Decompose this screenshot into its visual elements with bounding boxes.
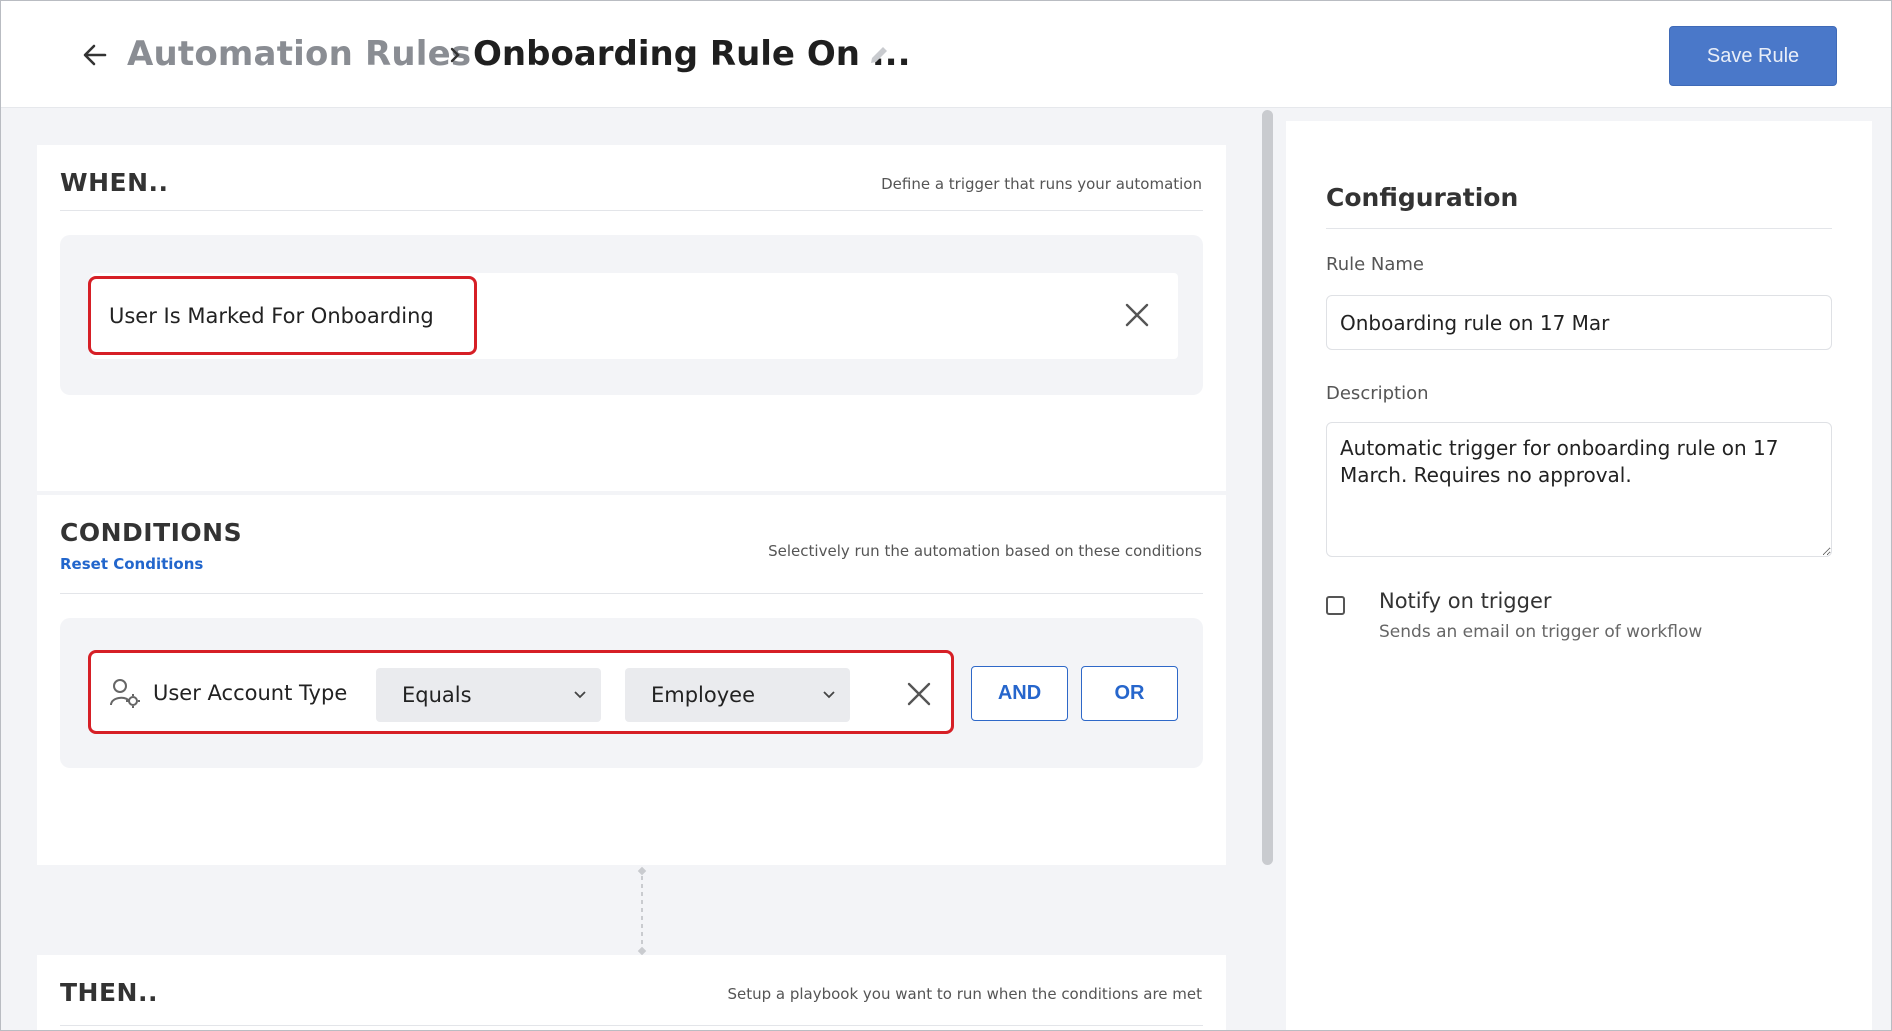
divider	[60, 593, 1203, 594]
condition-row: User Account Type Equals Employee	[88, 650, 954, 734]
configuration-title: Configuration	[1326, 183, 1519, 212]
or-button[interactable]: OR	[1081, 666, 1178, 721]
notify-checkbox[interactable]	[1326, 596, 1345, 615]
and-button[interactable]: AND	[971, 666, 1068, 721]
notify-label: Notify on trigger	[1379, 589, 1552, 613]
back-arrow-icon[interactable]	[79, 39, 111, 71]
conditions-help-text: Selectively run the automation based on …	[768, 542, 1202, 560]
user-settings-icon	[110, 679, 140, 708]
description-textarea[interactable]: Automatic trigger for onboarding rule on…	[1326, 422, 1832, 557]
pencil-icon[interactable]	[867, 43, 891, 67]
conditions-title: CONDITIONS	[60, 518, 243, 547]
rule-name-label: Rule Name	[1326, 254, 1425, 275]
divider	[60, 1025, 1203, 1026]
trigger-item[interactable]: User Is Marked For Onboarding	[88, 276, 477, 355]
operator-value: Equals	[402, 683, 472, 707]
configuration-panel: Configuration Rule Name Description Auto…	[1286, 121, 1872, 1031]
notify-description: Sends an email on trigger of workflow	[1379, 622, 1703, 642]
close-icon[interactable]	[1124, 302, 1150, 328]
when-help-text: Define a trigger that runs your automati…	[881, 175, 1202, 193]
rule-name-input[interactable]	[1326, 295, 1832, 350]
breadcrumb-parent-link[interactable]: Automation Rules	[127, 34, 471, 74]
description-label: Description	[1326, 383, 1429, 404]
page-title: Onboarding Rule On ...	[473, 34, 911, 74]
remove-condition-icon[interactable]	[906, 681, 932, 707]
divider	[60, 210, 1203, 211]
value-value: Employee	[651, 683, 756, 707]
scrollbar-thumb[interactable]	[1262, 110, 1273, 865]
then-help-text: Setup a playbook you want to run when th…	[727, 985, 1202, 1003]
chevron-down-icon	[574, 691, 586, 699]
reset-conditions-link[interactable]: Reset Conditions	[60, 555, 203, 573]
then-title: THEN..	[60, 978, 158, 1007]
operator-select[interactable]: Equals	[376, 668, 601, 722]
flow-connector	[637, 866, 647, 956]
when-title: WHEN..	[60, 168, 169, 197]
chevron-right-icon	[450, 47, 460, 63]
save-rule-button[interactable]: Save Rule	[1669, 26, 1837, 86]
chevron-down-icon	[823, 691, 835, 699]
divider	[1326, 228, 1832, 229]
condition-field-label: User Account Type	[153, 681, 348, 705]
top-header: Automation Rules Onboarding Rule On ... …	[1, 1, 1891, 108]
value-select[interactable]: Employee	[625, 668, 850, 722]
